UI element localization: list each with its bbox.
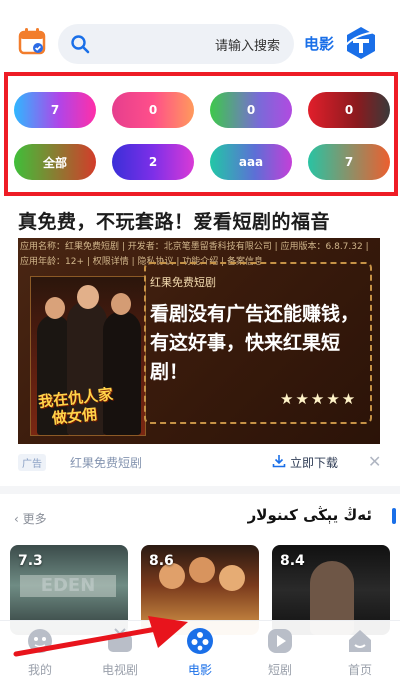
tv-icon <box>108 628 132 652</box>
filter-pill[interactable]: 2 <box>112 144 194 180</box>
play-icon <box>268 629 292 653</box>
search-placeholder: 请输入搜索 <box>214 39 280 54</box>
profile-icon <box>28 629 52 653</box>
section-divider <box>0 486 400 494</box>
top-bar: 请输入搜索 电影 <box>0 0 400 70</box>
filter-pill[interactable]: 0 <box>308 92 390 128</box>
movie-score: 7.3 <box>18 553 43 569</box>
section-title: ئەڭ يېڭى كىنولار <box>247 506 372 524</box>
film-reel-icon <box>187 628 213 654</box>
tab-home[interactable]: 首页 <box>325 627 395 678</box>
ad-app-name: 红果免费短剧 <box>70 456 143 470</box>
tab-short-drama[interactable]: 短剧 <box>245 627 315 678</box>
category-label[interactable]: 电影 <box>304 33 334 54</box>
filter-pill[interactable]: 7 <box>14 92 96 128</box>
tab-movies[interactable]: 电影 <box>165 627 235 678</box>
movie-score: 8.6 <box>149 553 174 569</box>
more-link[interactable]: ‹ 更多 <box>14 510 47 527</box>
movie-score: 8.4 <box>280 553 305 569</box>
filter-pill-box: 7 0 0 0 全部 2 aaa 7 <box>4 72 398 196</box>
tab-tv-series[interactable]: 电视剧 <box>85 627 155 678</box>
close-icon[interactable]: ✕ <box>368 452 381 471</box>
filter-pill[interactable]: aaa <box>210 144 292 180</box>
ad-banner[interactable]: 应用名称：红果免费短剧 | 开发者：北京笔墨留香科技有限公司 | 应用版本：6.… <box>18 238 380 444</box>
ad-tag: 广告 <box>18 454 46 471</box>
ad-rating-stars: ★★★★★ <box>280 390 358 408</box>
filter-pill[interactable]: 0 <box>210 92 292 128</box>
tab-mine[interactable]: 我的 <box>5 627 75 678</box>
ad-title: 真免费，不玩套路！爱看短剧的福音 <box>18 211 331 233</box>
drama-poster: 我在仇人家 做女佣 <box>30 276 146 436</box>
filter-pill[interactable]: 7 <box>308 144 390 180</box>
filter-pill-all[interactable]: 全部 <box>14 144 96 180</box>
search-input[interactable]: 请输入搜索 <box>58 24 294 64</box>
home-icon <box>349 630 371 652</box>
download-icon[interactable] <box>272 454 286 468</box>
chevron-left-icon: ‹ <box>14 512 19 526</box>
calendar-icon[interactable] <box>18 27 46 55</box>
app-logo-icon <box>344 27 378 59</box>
search-icon <box>71 35 90 54</box>
filter-pill[interactable]: 0 <box>112 92 194 128</box>
bottom-tab-bar: 我的 电视剧 电影 短剧 首页 <box>0 620 400 686</box>
section-accent-bar <box>392 508 396 524</box>
ad-footer: 广告 红果免费短剧 立即下载 ✕ <box>18 452 382 474</box>
ad-headline: 看剧没有广告还能赚钱，有这好事，快来红果短剧！ <box>150 303 360 383</box>
download-button[interactable]: 立即下载 <box>290 454 338 471</box>
ad-app-label: 红果免费短剧 <box>150 276 216 289</box>
